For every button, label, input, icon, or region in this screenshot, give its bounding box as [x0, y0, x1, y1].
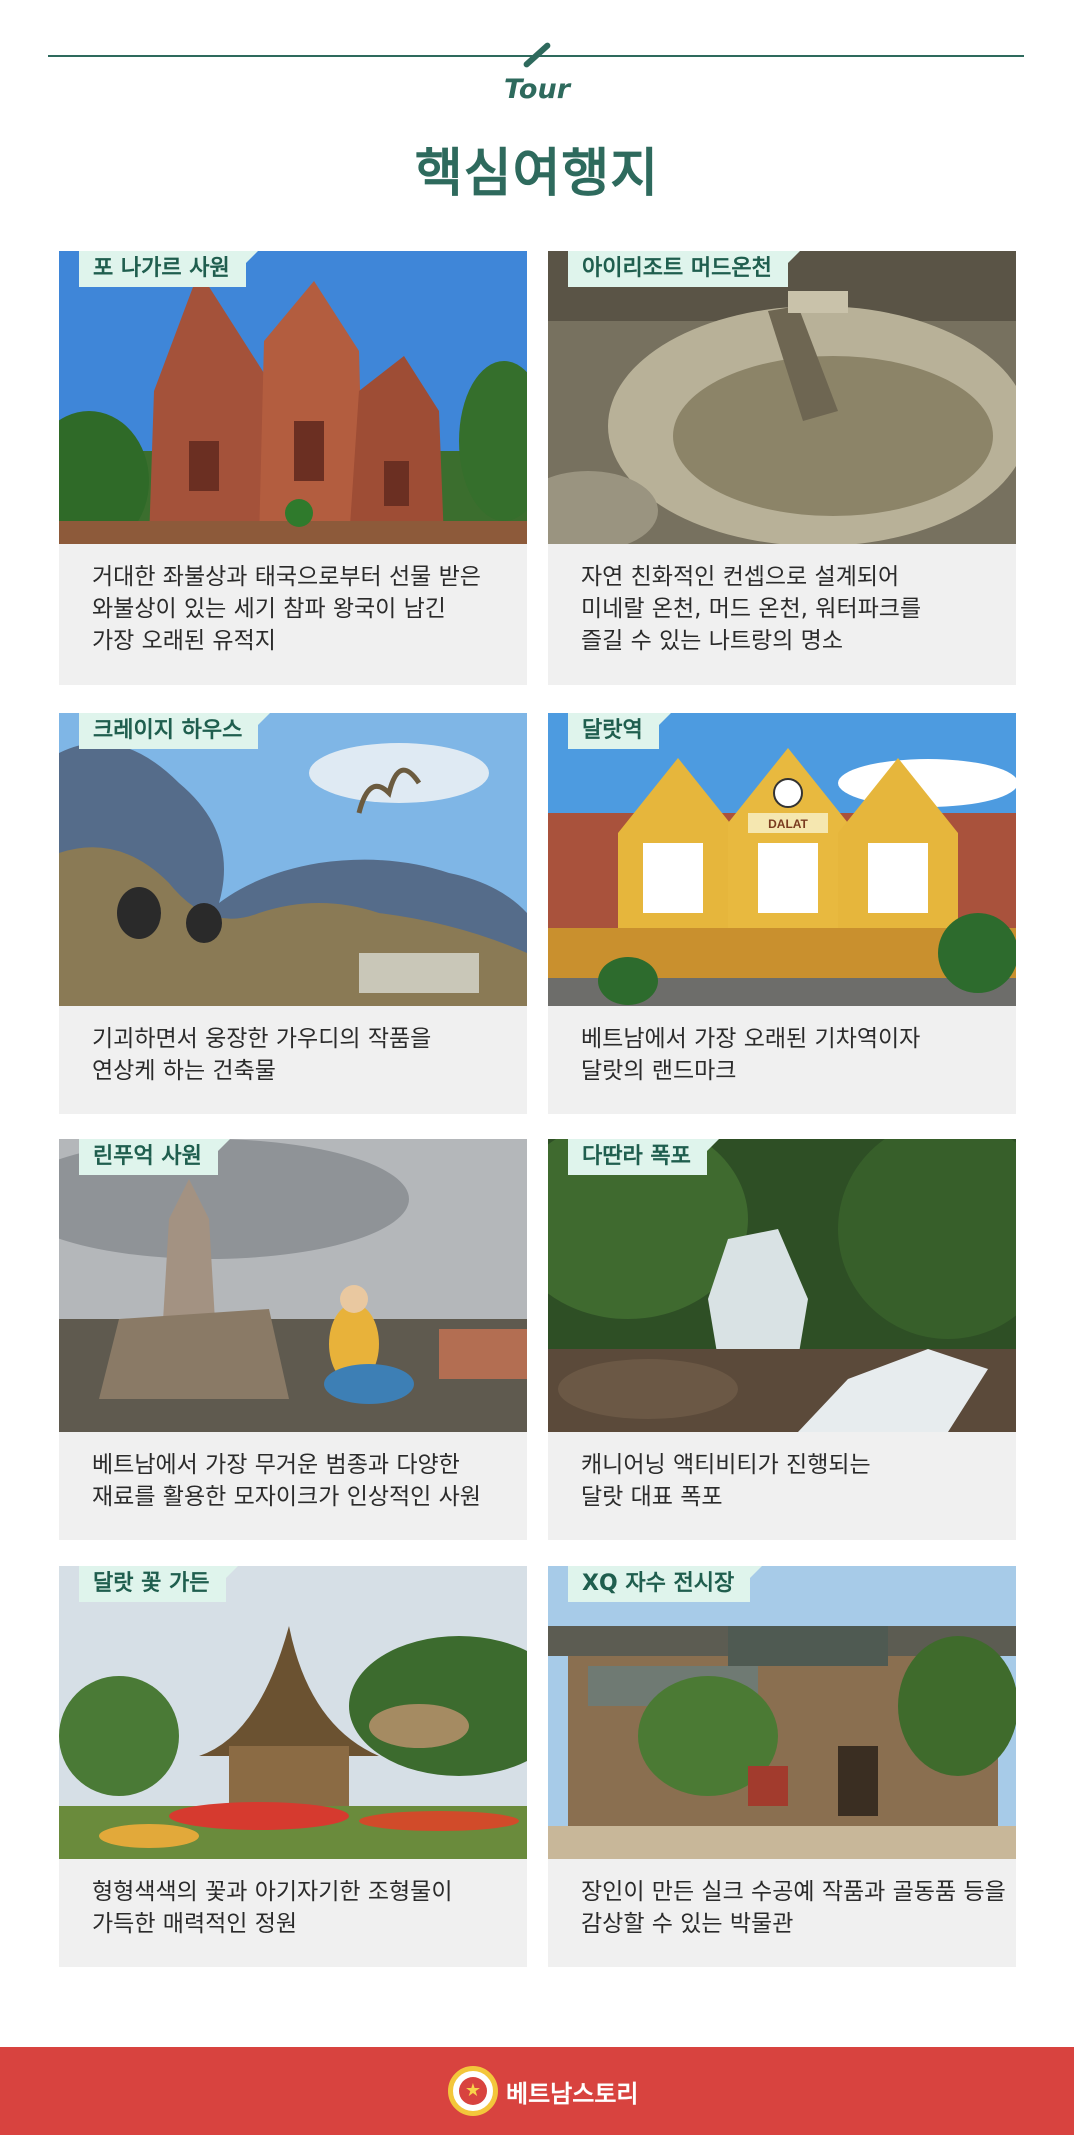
destination-photo	[548, 1566, 1016, 1859]
brand-logo-icon[interactable]: ★	[448, 2066, 498, 2116]
destination-name-tag: 달랏역	[568, 713, 671, 749]
destination-name-tag: 아이리조트 머드온천	[568, 251, 800, 287]
destination-name-tag: 린푸억 사원	[79, 1139, 230, 1175]
destination-photo	[59, 1139, 527, 1432]
destination-photo	[548, 1139, 1016, 1432]
destination-card[interactable]: 크레이지 하우스 기괴하면서 웅장한 가우디의 작품을 연상케 하는 건축물	[59, 713, 527, 1114]
destination-card[interactable]: 포 나가르 사원 거대한 좌불상과 태국으로부터 선물 받은 와불상이 있는 세…	[59, 251, 527, 685]
destination-name-tag: 다딴라 폭포	[568, 1139, 719, 1175]
destination-description: 거대한 좌불상과 태국으로부터 선물 받은 와불상이 있는 세기 참파 왕국이 …	[92, 564, 481, 654]
footer-bar: ★ 베트남스토리	[0, 2047, 1074, 2135]
destination-photo	[548, 251, 1016, 544]
destination-description: 베트남에서 가장 오래된 기차역이자 달랏의 랜드마크	[581, 1026, 921, 1084]
destination-photo	[59, 1566, 527, 1859]
destination-photo: DALAT	[548, 713, 1016, 1006]
destination-description: 캐니어닝 액티비티가 진행되는 달랏 대표 폭포	[581, 1452, 871, 1510]
destination-card[interactable]: DALAT 달랏역 베트남에서 가장 오래된 기차역이자 달랏의 랜드마크	[548, 713, 1016, 1114]
destination-name-tag: XQ 자수 전시장	[568, 1566, 763, 1602]
destination-card[interactable]: 달랏 꽃 가든 형형색색의 꽃과 아기자기한 조형물이 가득한 매력적인 정원	[59, 1566, 527, 1967]
star-icon: ★	[459, 2077, 487, 2105]
section-header: Tour 핵심여행지	[0, 0, 1074, 230]
destination-card[interactable]: 다딴라 폭포 캐니어닝 액티비티가 진행되는 달랏 대표 폭포	[548, 1139, 1016, 1540]
destination-photo	[59, 713, 527, 1006]
destination-description: 베트남에서 가장 무거운 범종과 다양한 재료를 활용한 모자이크가 인상적인 …	[92, 1452, 481, 1510]
destination-description: 자연 친화적인 컨셉으로 설계되어 미네랄 온천, 머드 온천, 워터파크를 즐…	[581, 564, 922, 654]
destination-description: 기괴하면서 웅장한 가우디의 작품을 연상케 하는 건축물	[92, 1026, 432, 1084]
station-sign: DALAT	[768, 817, 808, 831]
destination-card[interactable]: 아이리조트 머드온천 자연 친화적인 컨셉으로 설계되어 미네랄 온천, 머드 …	[548, 251, 1016, 685]
destination-description: 형형색색의 꽃과 아기자기한 조형물이 가득한 매력적인 정원	[92, 1879, 453, 1937]
destination-name-tag: 크레이지 하우스	[79, 713, 271, 749]
destination-name-tag: 달랏 꽃 가든	[79, 1566, 238, 1602]
destination-photo	[59, 251, 527, 544]
brand-name[interactable]: 베트남스토리	[506, 2074, 638, 2109]
destination-description: 장인이 만든 실크 수공예 작품과 골동품 등을 감상할 수 있는 박물관	[581, 1879, 1006, 1937]
destination-card[interactable]: XQ 자수 전시장 장인이 만든 실크 수공예 작품과 골동품 등을 감상할 수…	[548, 1566, 1016, 1967]
page-title: 핵심여행지	[414, 144, 660, 204]
tour-label: Tour	[503, 74, 571, 105]
destination-name-tag: 포 나가르 사원	[79, 251, 258, 287]
destination-card[interactable]: 린푸억 사원 베트남에서 가장 무거운 범종과 다양한 재료를 활용한 모자이크…	[59, 1139, 527, 1540]
